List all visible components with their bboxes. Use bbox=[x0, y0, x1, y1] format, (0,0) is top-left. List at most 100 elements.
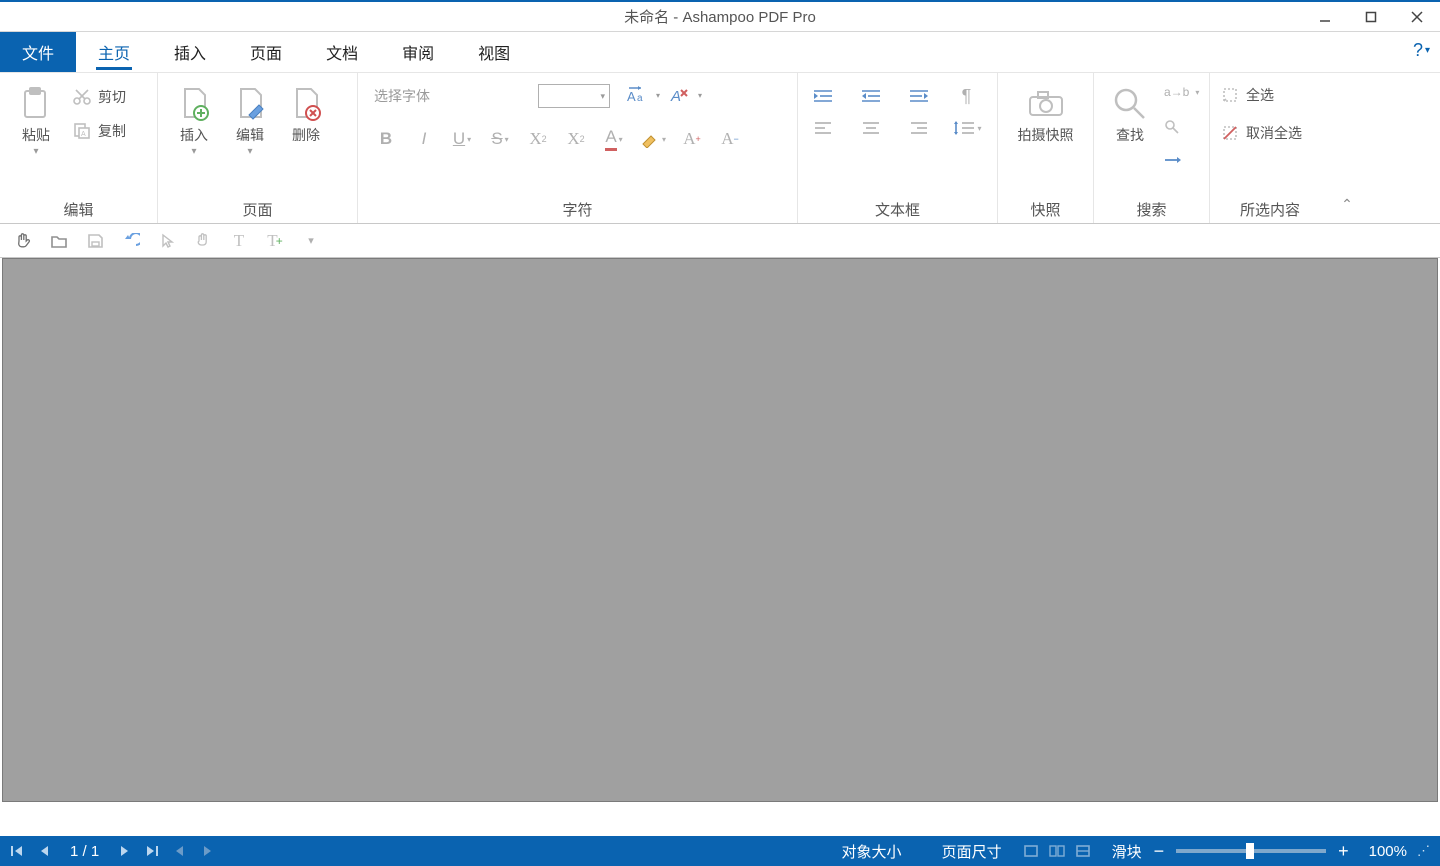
change-case-button[interactable]: Aa▾ bbox=[622, 83, 652, 109]
arrow-right-icon bbox=[1164, 155, 1182, 165]
tab-view[interactable]: 视图 bbox=[456, 32, 532, 72]
font-size-input[interactable]: ▾ bbox=[538, 84, 610, 108]
pan-tool-button[interactable] bbox=[192, 230, 214, 252]
page-edit-icon bbox=[233, 83, 267, 123]
svg-text:A: A bbox=[670, 88, 681, 105]
open-button[interactable] bbox=[48, 230, 70, 252]
paste-button[interactable]: 粘贴 ▾ bbox=[8, 79, 64, 157]
chevron-down-icon: ▾ bbox=[600, 91, 605, 102]
superscript-button[interactable]: X2 bbox=[564, 127, 588, 151]
group-font: 选择字体 ▾ Aa▾ A▾ B I U▾ S▾ X2 X2 A▾ ▾ A+ A−… bbox=[358, 73, 798, 223]
pilcrow-button[interactable]: ¶ bbox=[952, 85, 982, 107]
line-spacing-button[interactable]: ▾ bbox=[952, 117, 982, 139]
group-page-label: 页面 bbox=[166, 195, 349, 223]
tab-insert[interactable]: 插入 bbox=[152, 32, 228, 72]
view-mode-3-button[interactable] bbox=[1074, 844, 1092, 858]
font-select-label: 选择字体 bbox=[374, 86, 430, 106]
group-snapshot: 拍摄快照 快照 bbox=[998, 73, 1094, 223]
next-view-button[interactable] bbox=[201, 845, 215, 857]
zoom-out-button[interactable]: − bbox=[1154, 841, 1165, 862]
last-page-button[interactable] bbox=[145, 845, 159, 857]
page-indicator: 1 / 1 bbox=[70, 843, 99, 860]
zoom-percent[interactable]: 100% bbox=[1369, 843, 1407, 860]
find-next-button[interactable] bbox=[1160, 117, 1203, 137]
tab-review[interactable]: 审阅 bbox=[380, 32, 456, 72]
delete-page-button[interactable]: 删除 bbox=[278, 79, 334, 144]
camera-icon bbox=[1026, 83, 1066, 123]
deselect-button[interactable]: 取消全选 bbox=[1218, 121, 1306, 145]
indent-decrease-button[interactable] bbox=[808, 85, 838, 107]
font-color-button[interactable]: A▾ bbox=[602, 127, 626, 151]
deselect-icon bbox=[1222, 125, 1240, 141]
chevron-down-icon: ▾ bbox=[191, 146, 196, 157]
edit-page-button[interactable]: 编辑 ▾ bbox=[222, 79, 278, 157]
scissors-icon bbox=[72, 88, 92, 106]
tab-page[interactable]: 页面 bbox=[228, 32, 304, 72]
tab-strip: 文件 主页 插入 页面 文档 审阅 视图 ?▾ bbox=[0, 32, 1440, 72]
strikethrough-button[interactable]: S▾ bbox=[488, 127, 512, 151]
hand-tool-button[interactable] bbox=[12, 230, 34, 252]
hanging-indent-button[interactable] bbox=[904, 85, 934, 107]
subscript-button[interactable]: X2 bbox=[526, 127, 550, 151]
next-page-button[interactable] bbox=[119, 845, 131, 857]
text-tool-button[interactable]: T bbox=[228, 230, 250, 252]
help-button[interactable]: ?▾ bbox=[1413, 40, 1430, 61]
zoom-slider[interactable] bbox=[1176, 849, 1326, 853]
qat-more-button[interactable]: ▾ bbox=[300, 230, 322, 252]
find-button[interactable]: 查找 bbox=[1102, 79, 1158, 144]
goto-button[interactable] bbox=[1160, 153, 1203, 167]
clear-format-button[interactable]: A▾ bbox=[664, 83, 694, 109]
zoom-controls: 滑块 − + 100% bbox=[1112, 841, 1407, 862]
tab-home[interactable]: 主页 bbox=[76, 32, 152, 72]
highlight-button[interactable]: ▾ bbox=[640, 127, 666, 151]
first-page-button[interactable] bbox=[10, 845, 24, 857]
group-selection-label: 所选内容 bbox=[1218, 195, 1322, 223]
view-mode-1-button[interactable] bbox=[1022, 844, 1040, 858]
group-search: 查找 a→b▾ 搜索 bbox=[1094, 73, 1210, 223]
group-page: 插入 ▾ 编辑 ▾ 删除 页面 bbox=[158, 73, 358, 223]
select-all-icon bbox=[1222, 87, 1240, 103]
replace-button[interactable]: a→b▾ bbox=[1160, 83, 1203, 101]
collapse-ribbon-button[interactable]: ⌃ bbox=[1330, 73, 1364, 223]
search-small-icon bbox=[1164, 119, 1180, 135]
resize-grip-icon[interactable]: ⋰ bbox=[1417, 843, 1430, 859]
bold-button[interactable]: B bbox=[374, 127, 398, 151]
document-area[interactable] bbox=[2, 258, 1438, 802]
snapshot-button[interactable]: 拍摄快照 bbox=[1012, 79, 1080, 144]
group-snapshot-label: 快照 bbox=[1006, 195, 1085, 223]
chevron-down-icon: ▾ bbox=[33, 146, 38, 157]
add-text-button[interactable]: T+ bbox=[264, 230, 286, 252]
prev-page-button[interactable] bbox=[38, 845, 50, 857]
insert-page-button[interactable]: 插入 ▾ bbox=[166, 79, 222, 157]
indent-increase-button[interactable] bbox=[856, 85, 886, 107]
svg-text:A: A bbox=[81, 131, 86, 138]
zoom-in-button[interactable]: + bbox=[1338, 841, 1349, 862]
grow-font-button[interactable]: A+ bbox=[680, 127, 704, 151]
prev-view-button[interactable] bbox=[173, 845, 187, 857]
shrink-font-button[interactable]: A− bbox=[718, 127, 742, 151]
title-bar: 未命名 - Ashampoo PDF Pro bbox=[0, 0, 1440, 32]
tab-file[interactable]: 文件 bbox=[0, 32, 76, 72]
copy-button[interactable]: A 复制 bbox=[68, 119, 130, 143]
select-all-button[interactable]: 全选 bbox=[1218, 83, 1306, 107]
quick-access-toolbar: T T+ ▾ bbox=[0, 224, 1440, 258]
page-size-label: 页面尺寸 bbox=[942, 841, 1002, 862]
save-button[interactable] bbox=[84, 230, 106, 252]
svg-text:A: A bbox=[627, 89, 636, 104]
page-insert-icon bbox=[177, 83, 211, 123]
align-left-button[interactable] bbox=[808, 117, 838, 139]
object-size-label: 对象大小 bbox=[842, 841, 902, 862]
align-center-button[interactable] bbox=[856, 117, 886, 139]
cut-button[interactable]: 剪切 bbox=[68, 85, 130, 109]
italic-button[interactable]: I bbox=[412, 127, 436, 151]
pointer-tool-button[interactable] bbox=[156, 230, 178, 252]
undo-button[interactable] bbox=[120, 230, 142, 252]
underline-button[interactable]: U▾ bbox=[450, 127, 474, 151]
paste-icon bbox=[19, 83, 53, 123]
align-right-button[interactable] bbox=[904, 117, 934, 139]
view-mode-2-button[interactable] bbox=[1048, 844, 1066, 858]
tab-document[interactable]: 文档 bbox=[304, 32, 380, 72]
search-icon bbox=[1112, 83, 1148, 123]
group-search-label: 搜索 bbox=[1102, 195, 1201, 223]
group-textbox: ¶ ▾ 文本框 bbox=[798, 73, 998, 223]
